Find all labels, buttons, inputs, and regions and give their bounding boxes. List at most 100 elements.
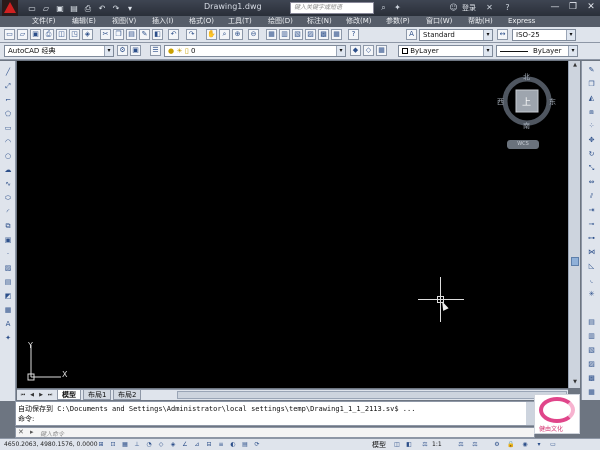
vertical-scrollbar[interactable]: ▲ ▼ [568,61,580,388]
circle-icon[interactable]: ○ [3,151,13,161]
chevron-down-icon[interactable]: ▾ [483,46,492,56]
tool-palettes-icon[interactable]: ▧ [292,29,303,40]
spline-icon[interactable]: ∿ [3,179,13,189]
print-icon[interactable]: ⎙ [82,3,94,14]
close-command-icon[interactable]: ✕ [18,428,24,436]
fillet-icon[interactable]: ◟ [586,275,597,286]
zoom-realtime-icon[interactable]: ⌕ [219,29,230,40]
autocad-logo-icon[interactable] [2,0,18,16]
scroll-down-icon[interactable]: ▼ [570,379,580,387]
workspace-switching-icon[interactable]: ⚙ [492,440,502,449]
command-input[interactable]: 键入命令 [40,429,64,438]
rectangle-icon[interactable]: ▭ [3,123,13,133]
clean-screen-icon[interactable]: ▭ [548,440,558,449]
text-style-select[interactable]: Standard ▾ [419,29,493,41]
move-icon[interactable]: ✥ [586,135,597,146]
transparency-icon[interactable]: ◐ [228,440,238,449]
dynamic-ucs-icon[interactable]: ⊿ [192,440,202,449]
make-block-icon[interactable]: ▣ [3,235,13,245]
design-center-icon[interactable]: ▥ [279,29,290,40]
insert-block-icon[interactable]: ⧉ [3,221,13,231]
redo-icon[interactable]: ↷ [186,29,197,40]
3d-object-snap-icon[interactable]: ◈ [168,440,178,449]
construction-line-icon[interactable]: ⤢ [3,81,13,91]
draw-order-back-icon[interactable]: ▧ [586,345,597,356]
gradient-icon[interactable]: ▤ [3,277,13,287]
explode-icon[interactable]: ✳ [586,289,597,300]
menu-format[interactable]: 格式(O) [189,16,214,27]
new-file-icon[interactable]: ▭ [26,3,38,14]
plot-preview-icon[interactable]: ◫ [56,29,67,40]
ellipse-icon[interactable]: ⬭ [3,193,13,203]
undo-icon[interactable]: ↶ [96,3,108,14]
menu-dimension[interactable]: 标注(N) [307,16,332,27]
help-icon[interactable]: ? [502,2,513,13]
viewcube-top-face[interactable]: 上 [522,95,531,108]
draw-order-front-icon[interactable]: ▥ [586,331,597,342]
point-icon[interactable]: · [3,249,13,259]
user-icon[interactable]: ☺ [448,2,459,13]
cut-icon[interactable]: ✂ [100,29,111,40]
polar-tracking-icon[interactable]: ◔ [144,440,154,449]
lineweight-icon[interactable]: ≡ [216,440,226,449]
save-as-icon[interactable]: ▤ [68,3,80,14]
chevron-down-icon[interactable]: ▾ [568,46,577,56]
drawing-canvas[interactable]: 北 南 东 西 上 WCS Y X [17,61,568,388]
scrollbar-thumb[interactable] [571,257,579,266]
selection-cycling-icon[interactable]: ⟳ [252,440,262,449]
close-button[interactable]: ✕ [584,1,598,14]
tab-layout1[interactable]: 布局1 [83,390,112,400]
quickcalc-icon[interactable]: ▦ [331,29,342,40]
block-editor-icon[interactable]: ◧ [152,29,163,40]
menu-parametric[interactable]: 参数(P) [386,16,410,27]
qnew-icon[interactable]: ▭ [4,29,15,40]
layer-select[interactable]: ● ☀ ▯ 0 ▾ [164,45,346,57]
next-tab-icon[interactable]: ▶ [37,391,45,399]
region-icon[interactable]: ◩ [3,291,13,301]
chevron-down-icon[interactable]: ▾ [483,30,492,40]
scroll-up-icon[interactable]: ▲ [570,62,580,70]
first-tab-icon[interactable]: ⏮ [19,391,27,399]
infer-constraints-icon[interactable]: ⊞ [96,440,106,449]
status-tray-icon[interactable]: ▾ [534,440,544,449]
workspace-select[interactable]: AutoCAD 经典 ▾ [4,45,114,57]
minimize-button[interactable]: — [548,1,562,14]
viewcube-south[interactable]: 南 [523,121,530,131]
stretch-icon[interactable]: ⇔ [586,177,597,188]
menu-help[interactable]: 帮助(H) [468,16,493,27]
layer-state-icon[interactable]: ▦ [376,45,387,56]
trim-icon[interactable]: ⫽ [586,191,597,202]
grid-display-icon[interactable]: ▦ [120,440,130,449]
menu-modify[interactable]: 修改(M) [346,16,372,27]
menu-draw[interactable]: 绘图(D) [268,16,293,27]
login-label[interactable]: 登录 [462,3,476,13]
menu-edit[interactable]: 编辑(E) [72,16,96,27]
hatch-icon[interactable]: ▨ [3,263,13,273]
search-icon[interactable]: ⌕ [378,2,389,13]
pan-icon[interactable]: ✋ [206,29,217,40]
model-space-label[interactable]: 模型 [372,440,386,450]
dim-style-select[interactable]: ISO-25 ▾ [512,29,576,41]
snap-mode-icon[interactable]: ⊡ [108,440,118,449]
break-icon[interactable]: ⊶ [586,233,597,244]
bring-above-icon[interactable]: ▨ [586,359,597,370]
workspace-save-icon[interactable]: ▣ [130,45,141,56]
chevron-down-icon[interactable]: ▾ [336,46,345,56]
tab-layout2[interactable]: 布局2 [113,390,142,400]
linetype-select[interactable]: ByLayer ▾ [496,45,578,57]
ortho-mode-icon[interactable]: ⊥ [132,440,142,449]
annotation-visibility-icon[interactable]: ⚖ [456,440,466,449]
restore-button[interactable]: ❐ [566,1,580,14]
text-style-icon[interactable]: A [406,29,417,40]
viewcube-west[interactable]: 西 [497,97,504,107]
break-at-point-icon[interactable]: ⊸ [586,219,597,230]
infocenter-icon[interactable]: ✦ [392,2,403,13]
markup-icon[interactable]: ▩ [318,29,329,40]
mirror-icon[interactable]: ◭ [586,93,597,104]
menu-express[interactable]: Express [508,16,535,27]
viewcube[interactable]: 北 南 东 西 上 [497,73,556,131]
match-properties-icon[interactable]: ✎ [139,29,150,40]
open-folder-icon[interactable]: ▱ [40,3,52,14]
extend-icon[interactable]: ⇥ [586,205,597,216]
coordinate-readout[interactable]: 4650.2063, 4980.1576, 0.0000 [4,441,98,448]
